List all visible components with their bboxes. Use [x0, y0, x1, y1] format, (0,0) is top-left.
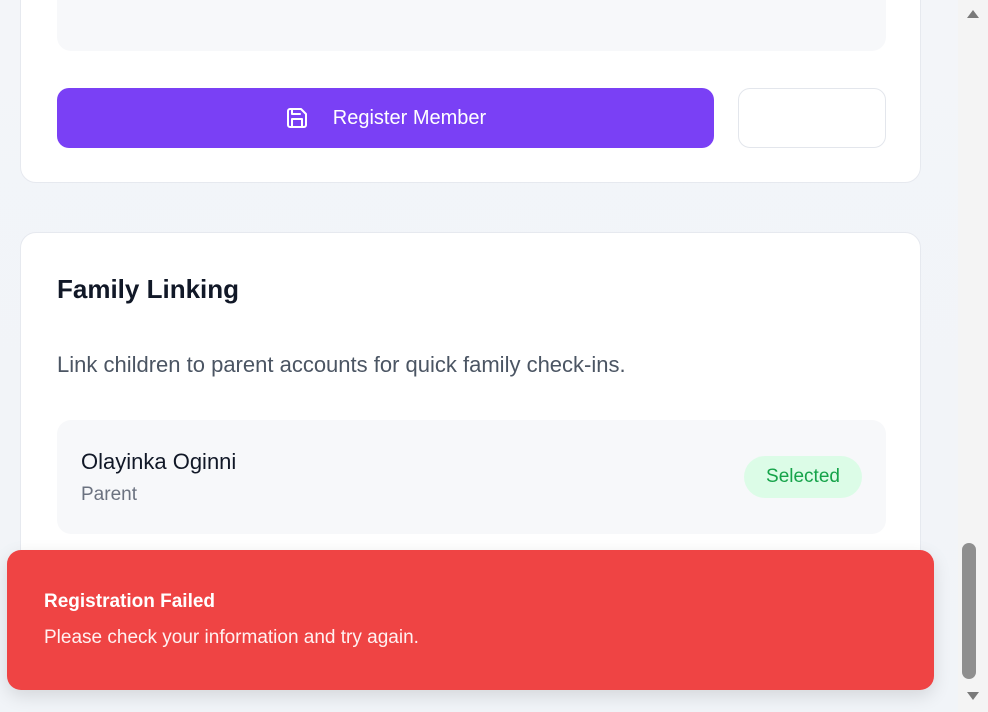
arrow-up-icon[interactable]: [962, 4, 984, 24]
arrow-down-icon[interactable]: [962, 686, 984, 706]
save-icon: [285, 106, 309, 130]
register-member-button[interactable]: Register Member: [57, 88, 714, 148]
toast-message: Please check your information and try ag…: [44, 627, 419, 648]
vertical-scrollbar[interactable]: [958, 0, 988, 712]
family-linking-description: Link children to parent accounts for qui…: [57, 352, 626, 377]
register-member-label: Register Member: [332, 106, 487, 129]
error-toast: Registration Failed Please check your in…: [7, 550, 934, 690]
member-name: Olayinka Oginni: [81, 449, 237, 474]
toast-title: Registration Failed: [44, 591, 216, 612]
family-member-item[interactable]: Olayinka Oginni Parent Selected: [57, 420, 886, 534]
family-linking-title: Family Linking: [57, 274, 240, 304]
form-panel: [57, 0, 886, 51]
page-viewport: Register Member Family Linking Link chil…: [0, 0, 958, 712]
scrollbar-thumb[interactable]: [962, 543, 976, 679]
member-role: Parent: [81, 484, 137, 505]
selected-badge: Selected: [744, 456, 862, 498]
registration-card: Register Member: [20, 0, 921, 183]
secondary-button[interactable]: [738, 88, 886, 148]
